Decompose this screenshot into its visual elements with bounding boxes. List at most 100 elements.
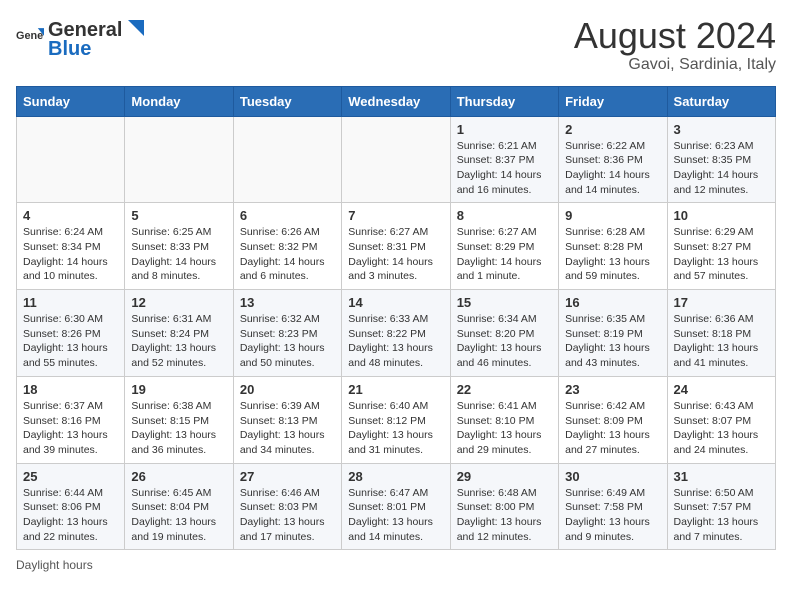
day-number: 29: [457, 469, 552, 484]
week-row-4: 18Sunrise: 6:37 AMSunset: 8:16 PMDayligh…: [17, 376, 776, 463]
calendar-cell: 29Sunrise: 6:48 AMSunset: 8:00 PMDayligh…: [450, 463, 558, 550]
day-number: 7: [348, 208, 443, 223]
main-title: August 2024: [574, 16, 776, 56]
calendar-cell: 18Sunrise: 6:37 AMSunset: 8:16 PMDayligh…: [17, 376, 125, 463]
day-number: 10: [674, 208, 769, 223]
calendar-header: SundayMondayTuesdayWednesdayThursdayFrid…: [17, 86, 776, 116]
calendar-cell: 3Sunrise: 6:23 AMSunset: 8:35 PMDaylight…: [667, 116, 775, 203]
day-info: Sunrise: 6:27 AMSunset: 8:29 PMDaylight:…: [457, 225, 552, 284]
header: General General Blue August 2024 Gavoi, …: [16, 16, 776, 74]
day-info: Sunrise: 6:22 AMSunset: 8:36 PMDaylight:…: [565, 139, 660, 198]
calendar-cell: 5 Sunrise: 6:25 AMSunset: 8:33 PMDaylight…: [125, 203, 233, 290]
logo: General General Blue: [16, 16, 146, 61]
calendar-cell: 27 Sunrise: 6:46 AMSunset: 8:03 PMDayligh…: [233, 463, 341, 550]
logo-icon: General: [16, 25, 44, 53]
day-info: Sunrise: 6:29 AMSunset: 8:27 PMDaylight:…: [674, 225, 769, 284]
day-number: 2: [565, 122, 660, 137]
day-info: Sunrise: 6:24 AMSunset: 8:34 PMDaylight:…: [23, 225, 118, 284]
day-number: 14: [348, 295, 443, 310]
calendar-cell: 13Sunrise: 6:32 AMSunset: 8:23 PMDayligh…: [233, 290, 341, 377]
calendar-cell: 9Sunrise: 6:28 AMSunset: 8:28 PMDaylight…: [559, 203, 667, 290]
day-info: Sunrise: 6:49 AMSunset: 7:58 PMDaylight:…: [565, 486, 660, 545]
day-info: Sunrise: 6:25 AMSunset: 8:33 PMDaylight:…: [131, 225, 226, 284]
day-number: 23: [565, 382, 660, 397]
day-info: Sunrise: 6:34 AMSunset: 8:20 PMDaylight:…: [457, 312, 552, 371]
day-info: Sunrise: 6:45 AMSunset: 8:04 PMDaylight:…: [131, 486, 226, 545]
header-tuesday: Tuesday: [233, 86, 341, 116]
calendar-cell: 23 Sunrise: 6:42 AMSunset: 8:09 PMDayligh…: [559, 376, 667, 463]
day-info: Sunrise: 6:27 AMSunset: 8:31 PMDaylight:…: [348, 225, 443, 284]
day-number: 17: [674, 295, 769, 310]
calendar-cell: 30 Sunrise: 6:49 AMSunset: 7:58 PMDayligh…: [559, 463, 667, 550]
calendar-cell: [125, 116, 233, 203]
day-number: 1: [457, 122, 552, 137]
title-area: August 2024 Gavoi, Sardinia, Italy: [574, 16, 776, 74]
calendar-cell: 10 Sunrise: 6:29 AMSunset: 8:27 PMDayligh…: [667, 203, 775, 290]
day-number: 21: [348, 382, 443, 397]
calendar-cell: 17 Sunrise: 6:36 AMSunset: 8:18 PMDayligh…: [667, 290, 775, 377]
calendar-cell: 22 Sunrise: 6:41 AMSunset: 8:10 PMDayligh…: [450, 376, 558, 463]
day-number: 24: [674, 382, 769, 397]
calendar-table: SundayMondayTuesdayWednesdayThursdayFrid…: [16, 86, 776, 551]
day-info: Sunrise: 6:21 AMSunset: 8:37 PMDaylight:…: [457, 139, 552, 198]
day-info: Sunrise: 6:26 AMSunset: 8:32 PMDaylight:…: [240, 225, 335, 284]
calendar-cell: 11 Sunrise: 6:30 AMSunset: 8:26 PMDayligh…: [17, 290, 125, 377]
header-wednesday: Wednesday: [342, 86, 450, 116]
calendar-cell: 2 Sunrise: 6:22 AMSunset: 8:36 PMDaylight…: [559, 116, 667, 203]
day-number: 28: [348, 469, 443, 484]
week-row-2: 4Sunrise: 6:24 AMSunset: 8:34 PMDaylight…: [17, 203, 776, 290]
day-number: 30: [565, 469, 660, 484]
calendar-cell: 28 Sunrise: 6:47 AMSunset: 8:01 PMDayligh…: [342, 463, 450, 550]
day-number: 25: [23, 469, 118, 484]
svg-text:General: General: [16, 30, 44, 42]
calendar-cell: 4Sunrise: 6:24 AMSunset: 8:34 PMDaylight…: [17, 203, 125, 290]
calendar-cell: 26Sunrise: 6:45 AMSunset: 8:04 PMDayligh…: [125, 463, 233, 550]
calendar-cell: 24Sunrise: 6:43 AMSunset: 8:07 PMDayligh…: [667, 376, 775, 463]
day-info: Sunrise: 6:41 AMSunset: 8:10 PMDaylight:…: [457, 399, 552, 458]
calendar-cell: 31Sunrise: 6:50 AMSunset: 7:57 PMDayligh…: [667, 463, 775, 550]
day-info: Sunrise: 6:30 AMSunset: 8:26 PMDaylight:…: [23, 312, 118, 371]
day-info: Sunrise: 6:42 AMSunset: 8:09 PMDaylight:…: [565, 399, 660, 458]
day-info: Sunrise: 6:36 AMSunset: 8:18 PMDaylight:…: [674, 312, 769, 371]
days-of-week-row: SundayMondayTuesdayWednesdayThursdayFrid…: [17, 86, 776, 116]
calendar-cell: 7 Sunrise: 6:27 AMSunset: 8:31 PMDaylight…: [342, 203, 450, 290]
day-number: 5: [131, 208, 226, 223]
day-info: Sunrise: 6:28 AMSunset: 8:28 PMDaylight:…: [565, 225, 660, 284]
day-info: Sunrise: 6:44 AMSunset: 8:06 PMDaylight:…: [23, 486, 118, 545]
day-number: 22: [457, 382, 552, 397]
day-number: 13: [240, 295, 335, 310]
day-number: 16: [565, 295, 660, 310]
day-number: 12: [131, 295, 226, 310]
logo-triangle-icon: [124, 16, 144, 36]
calendar-cell: 1 Sunrise: 6:21 AMSunset: 8:37 PMDaylight…: [450, 116, 558, 203]
week-row-5: 25 Sunrise: 6:44 AMSunset: 8:06 PMDayligh…: [17, 463, 776, 550]
day-info: Sunrise: 6:47 AMSunset: 8:01 PMDaylight:…: [348, 486, 443, 545]
day-info: Sunrise: 6:46 AMSunset: 8:03 PMDaylight:…: [240, 486, 335, 545]
day-info: Sunrise: 6:35 AMSunset: 8:19 PMDaylight:…: [565, 312, 660, 371]
calendar-cell: 15 Sunrise: 6:34 AMSunset: 8:20 PMDayligh…: [450, 290, 558, 377]
day-number: 20: [240, 382, 335, 397]
calendar-cell: [233, 116, 341, 203]
day-info: Sunrise: 6:31 AMSunset: 8:24 PMDaylight:…: [131, 312, 226, 371]
week-row-1: 1 Sunrise: 6:21 AMSunset: 8:37 PMDaylight…: [17, 116, 776, 203]
day-info: Sunrise: 6:39 AMSunset: 8:13 PMDaylight:…: [240, 399, 335, 458]
calendar-cell: 6 Sunrise: 6:26 AMSunset: 8:32 PMDaylight…: [233, 203, 341, 290]
day-number: 19: [131, 382, 226, 397]
day-number: 27: [240, 469, 335, 484]
header-saturday: Saturday: [667, 86, 775, 116]
day-number: 6: [240, 208, 335, 223]
calendar-body: 1 Sunrise: 6:21 AMSunset: 8:37 PMDaylight…: [17, 116, 776, 550]
calendar-cell: 16 Sunrise: 6:35 AMSunset: 8:19 PMDayligh…: [559, 290, 667, 377]
calendar-cell: [342, 116, 450, 203]
calendar-cell: 19Sunrise: 6:38 AMSunset: 8:15 PMDayligh…: [125, 376, 233, 463]
calendar-cell: 25 Sunrise: 6:44 AMSunset: 8:06 PMDayligh…: [17, 463, 125, 550]
calendar-cell: 20 Sunrise: 6:39 AMSunset: 8:13 PMDayligh…: [233, 376, 341, 463]
header-sunday: Sunday: [17, 86, 125, 116]
header-monday: Monday: [125, 86, 233, 116]
day-number: 15: [457, 295, 552, 310]
header-thursday: Thursday: [450, 86, 558, 116]
day-number: 31: [674, 469, 769, 484]
footer-note: Daylight hours: [16, 558, 776, 572]
day-number: 11: [23, 295, 118, 310]
week-row-3: 11 Sunrise: 6:30 AMSunset: 8:26 PMDayligh…: [17, 290, 776, 377]
